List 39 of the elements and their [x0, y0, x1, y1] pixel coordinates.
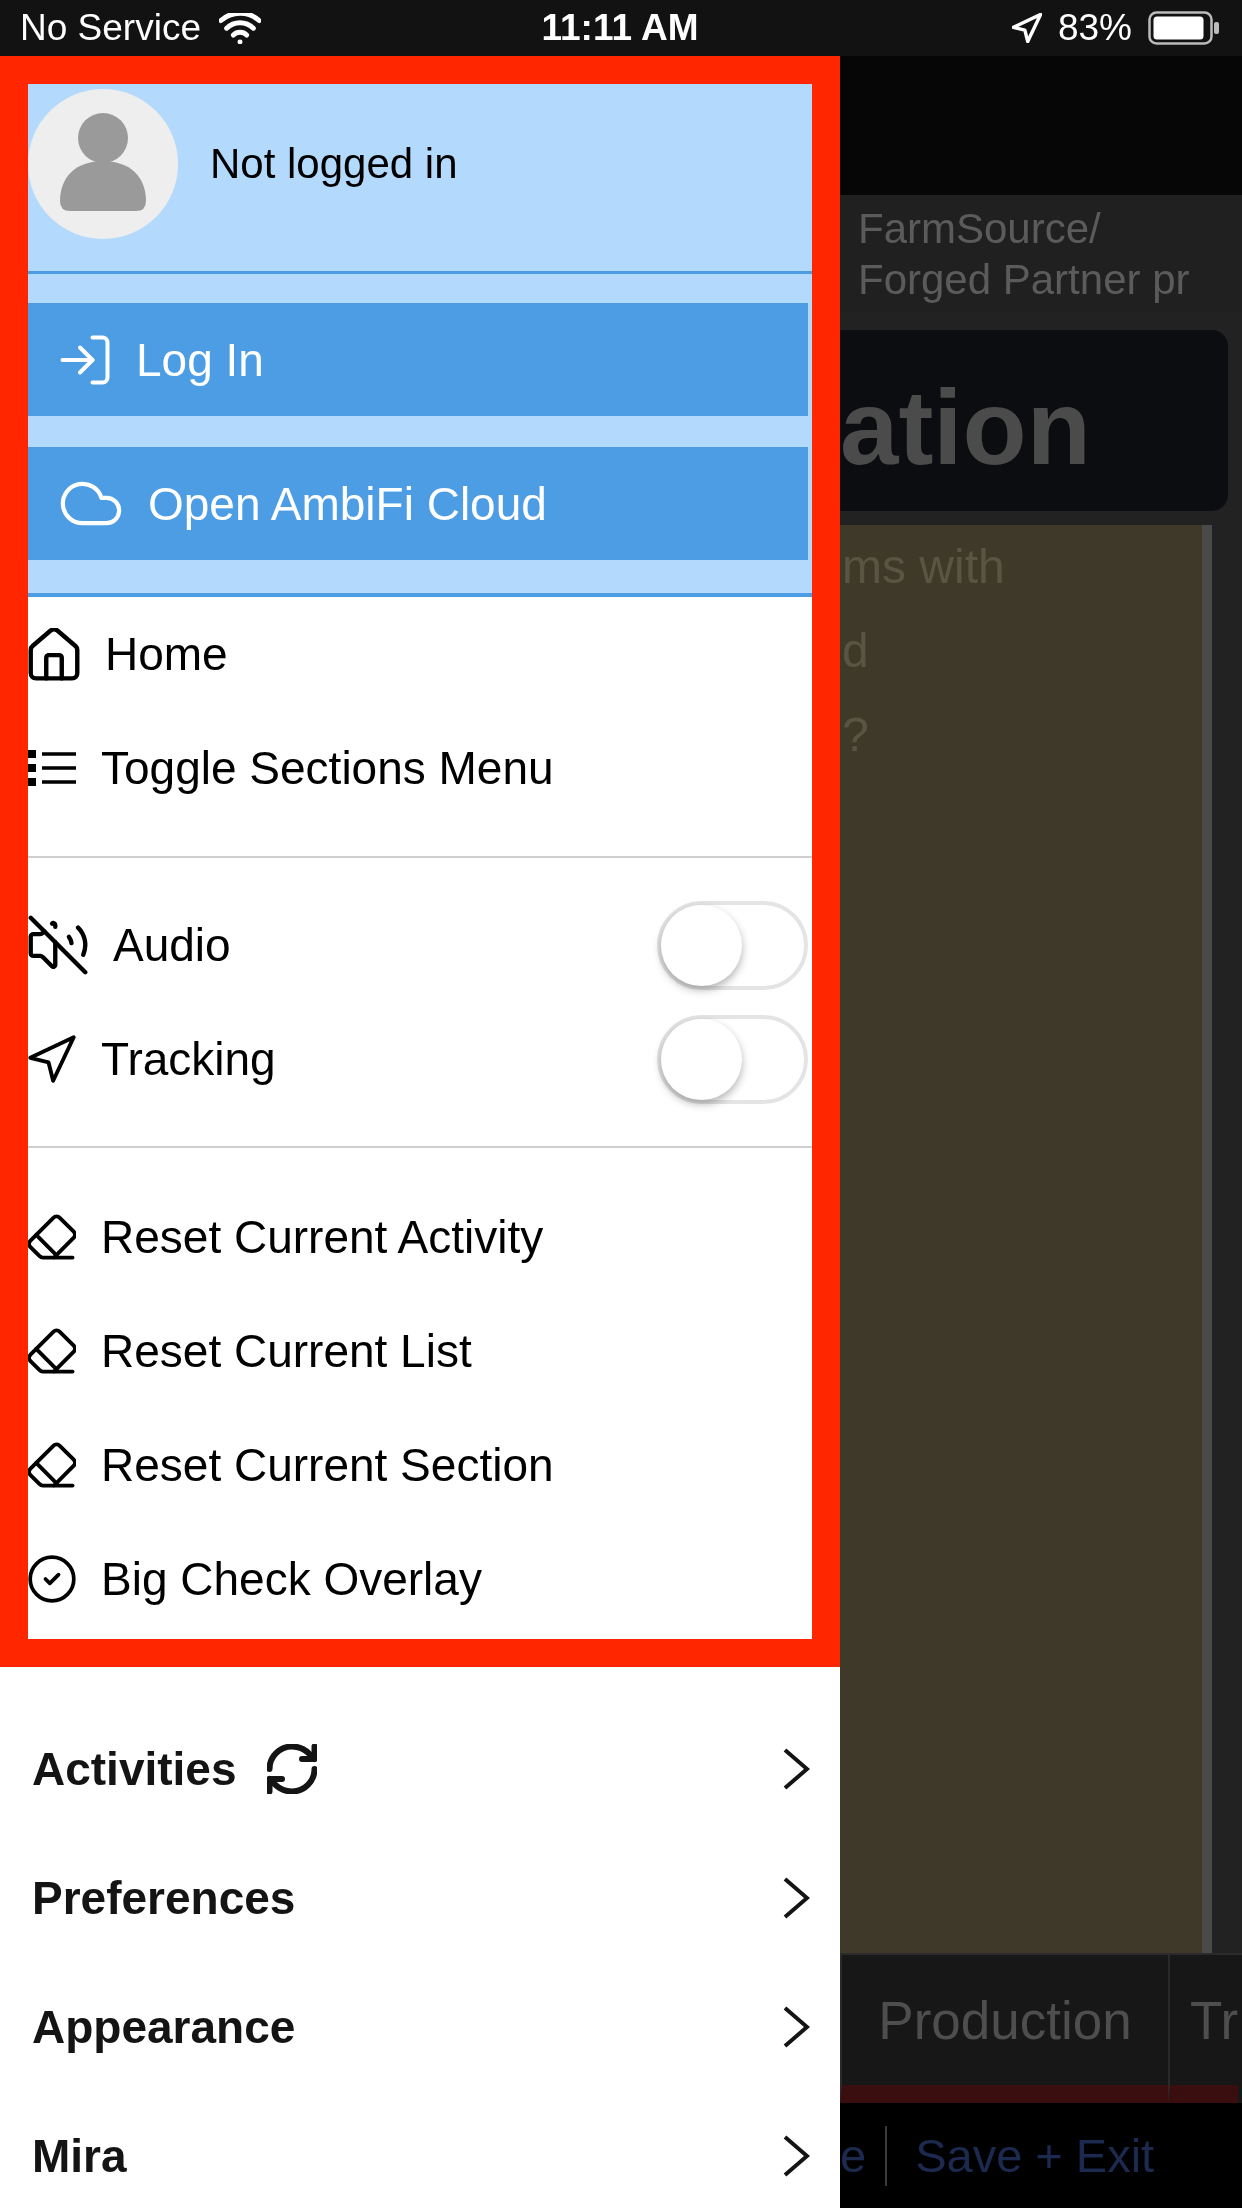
speaker-muted-icon [28, 915, 88, 975]
home-icon [28, 627, 80, 681]
chevron-right-icon [782, 1747, 810, 1791]
avatar-icon [28, 88, 178, 239]
battery-icon [1148, 11, 1220, 45]
menu-item[interactable]: Reset Current Section [28, 1408, 812, 1522]
toggle-label: Audio [113, 918, 231, 972]
eraser-icon [28, 1213, 76, 1261]
section-item[interactable]: Mira [32, 2106, 810, 2206]
wifi-icon [218, 12, 261, 44]
page-title: ation [840, 375, 1091, 480]
toggle-label: Tracking [101, 1032, 276, 1086]
check-circle-icon [28, 1555, 76, 1603]
menu-item[interactable]: Toggle Sections Menu [28, 711, 812, 825]
navigation-arrow-icon [28, 1035, 76, 1083]
list-icon [28, 748, 76, 788]
chevron-right-icon [782, 2134, 810, 2178]
eraser-icon [28, 1327, 76, 1375]
refresh-icon [266, 1744, 317, 1794]
cloud-icon [60, 481, 122, 526]
chevron-right-icon [782, 1876, 810, 1920]
menu-item[interactable]: Big Check Overlay [28, 1522, 812, 1636]
battery-percent: 83% [1057, 7, 1132, 49]
breadcrumb-text: Forged Partner pr [858, 255, 1191, 305]
section-item[interactable]: Appearance [32, 1977, 810, 2077]
breadcrumb-text: FarmSource/ [858, 204, 1102, 254]
carrier-text: No Service [20, 7, 201, 49]
section-item[interactable]: Preferences [32, 1848, 810, 1948]
chevron-right-icon [782, 2005, 810, 2049]
log-in-icon [60, 334, 110, 385]
question-text: ? [841, 707, 870, 763]
profile-name: Not logged in [210, 139, 458, 188]
menu-item[interactable]: Home [28, 597, 812, 711]
menu-item[interactable]: Reset Current Activity [28, 1180, 812, 1294]
eraser-icon [28, 1441, 76, 1489]
location-arrow-icon [1011, 13, 1042, 43]
menu-item[interactable]: Reset Current List [28, 1294, 812, 1408]
section-item[interactable]: Activities [32, 1719, 810, 1819]
status-time: 11:11 AM [541, 7, 699, 49]
